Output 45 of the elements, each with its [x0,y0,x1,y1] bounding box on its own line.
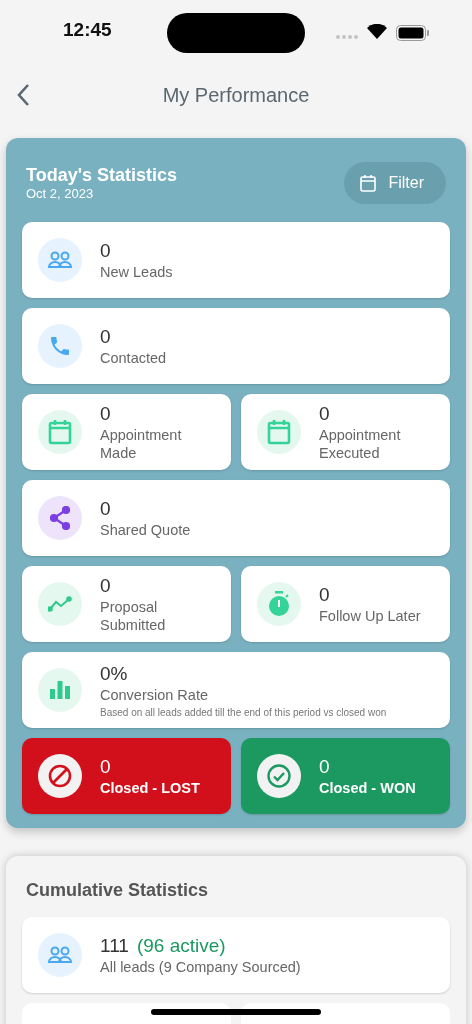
stat-label: New Leads [100,263,173,281]
stat-value: 0 [100,497,111,521]
filter-button[interactable]: Filter [344,162,446,204]
page-title: My Performance [162,83,310,107]
stat-value: 0 [100,402,111,426]
check-circle-icon [267,764,291,788]
stat-label: Proposal Submitted [100,598,167,634]
calendar-icon [360,174,377,192]
stat-label: Appointment Executed [319,426,402,462]
bar-chart-icon [50,681,70,699]
stat-label: Shared Quote [100,521,191,539]
people-icon [47,250,73,270]
stat-label: Closed - LOST [100,779,200,797]
calendar-icon [267,419,291,445]
stat-label: Closed - WON [319,779,416,797]
share-icon [49,506,71,530]
date-text: Oct 2, 2023 [26,186,95,201]
trend-icon [48,596,72,612]
people-icon [47,945,73,965]
stat-label: Appointment Made [100,426,183,462]
active-count: (96 active) [136,934,226,958]
stat-value: 0 [100,325,111,349]
stat-label: Conversion Rate [100,685,209,704]
stat-value: 0 [100,574,111,598]
battery-icon [396,25,430,41]
stat-value: 0 [100,239,111,263]
wifi-icon [367,24,387,39]
signal-icon [336,35,358,39]
stopwatch-icon [267,591,291,617]
prohibited-icon [48,764,72,788]
stat-value: 0 [319,402,330,426]
calendar-icon [48,419,72,445]
note-text: Based on all leads added till the end of this period vs closed won [100,705,387,719]
section-title: Today's Statistics [26,165,177,186]
status-time: 12:45 [63,19,112,41]
stat-label: All leads (9 Company Sourced) [100,958,301,976]
stat-label: Follow Up Later [319,607,421,625]
stat-value: 0 [100,755,111,779]
stat-value: 111 [100,934,129,958]
stat-value: 0 [319,583,330,607]
stat-value: 0% [100,661,128,686]
stat-label: Contacted [100,349,167,367]
stat-value: 0 [319,755,330,779]
phone-icon [48,334,72,358]
section-title: Cumulative Statistics [26,880,210,901]
